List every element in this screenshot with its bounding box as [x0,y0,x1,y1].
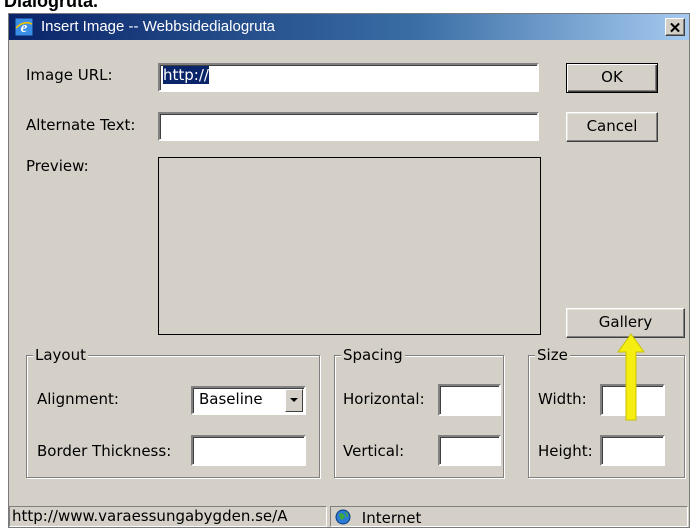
size-legend: Size [535,346,570,364]
alignment-value: Baseline [199,390,263,408]
size-group: Size Width: Height: [528,346,685,478]
page-caption: Dialogruta. [4,0,99,11]
close-button[interactable]: ✕ [665,18,685,37]
horizontal-input[interactable] [438,384,501,416]
window-title: Insert Image -- Webbsidedialogruta [41,18,276,35]
arrow-up-icon [617,333,645,421]
vertical-input[interactable] [438,435,501,466]
width-label: Width: [538,390,587,408]
border-thickness-input[interactable] [191,435,306,466]
ok-button[interactable]: OK [566,63,658,93]
status-zone-text: Internet [361,509,422,527]
alt-text-label: Alternate Text: [26,116,136,134]
spacing-group: Spacing Horizontal: Vertical: [334,346,504,478]
height-label: Height: [538,442,593,460]
image-url-input[interactable]: http:// [158,63,539,92]
spacing-legend: Spacing [341,346,405,364]
cancel-button[interactable]: Cancel [566,112,658,142]
ie-icon: e [14,17,34,37]
status-url: http://www.varaessungabygden.se/A [9,506,327,527]
globe-icon [335,509,351,525]
vertical-label: Vertical: [343,442,405,460]
status-url-text: http://www.varaessungabygden.se/A [12,507,288,525]
horizontal-label: Horizontal: [343,390,425,408]
image-url-label: Image URL: [26,66,113,84]
image-url-value: http:// [163,66,209,84]
chevron-down-icon[interactable] [285,389,303,412]
status-bar: http://www.varaessungabygden.se/A Intern… [9,505,689,527]
alignment-select[interactable]: Baseline [191,386,306,415]
insert-image-dialog: e Insert Image -- Webbsidedialogruta ✕ I… [8,13,690,528]
layout-legend: Layout [33,346,88,364]
alt-text-input[interactable] [158,112,539,141]
height-input[interactable] [600,435,665,466]
layout-group: Layout Alignment: Baseline Border Thickn… [26,346,320,478]
alignment-label: Alignment: [37,390,119,408]
status-zone: Internet [330,506,688,527]
border-thickness-label: Border Thickness: [37,442,172,460]
title-bar[interactable]: e Insert Image -- Webbsidedialogruta ✕ [9,14,689,40]
image-preview [158,157,541,335]
preview-label: Preview: [26,157,89,175]
close-icon: ✕ [668,20,682,37]
